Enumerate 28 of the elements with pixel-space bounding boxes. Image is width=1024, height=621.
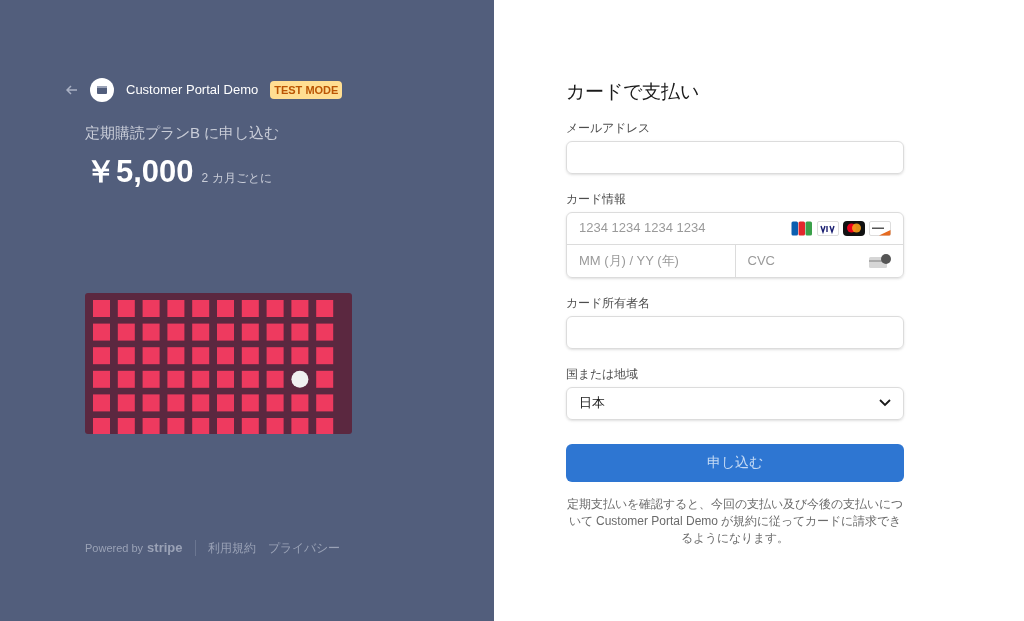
stripe-logo[interactable]: stripe (147, 538, 183, 558)
chevron-down-icon (879, 399, 891, 407)
back-arrow-icon[interactable] (66, 84, 78, 96)
test-mode-badge: TEST MODE (270, 80, 343, 100)
store-icon (90, 78, 114, 102)
email-field[interactable] (566, 140, 904, 174)
country-select[interactable]: 日本 (566, 386, 904, 420)
terms-text: 定期支払いを確認すると、今回の支払い及び今後の支払いについて Customer Portal Demo が規約に従ってカードに請求できるようになります。 (566, 495, 904, 547)
card-cvc-icon (869, 253, 891, 268)
powered-by-text: Powered by (85, 540, 144, 556)
footer-link[interactable]: 利用規約 (207, 538, 256, 557)
footer-link[interactable]: プライバシー (267, 538, 340, 557)
mastercard-logo (843, 220, 865, 236)
billing-interval: 2 カ月ごとに (201, 169, 272, 187)
cvc-field[interactable]: CVC (735, 244, 903, 277)
product-title: 定期購読プランB に申し込む (85, 123, 281, 143)
cardholder-name-field[interactable] (566, 315, 904, 349)
field-label: カード情報 (566, 190, 627, 208)
expiry-field[interactable]: MM (月) / YY (年) (567, 244, 736, 277)
price: ￥5,000 (85, 152, 194, 191)
jcb-logo (791, 220, 813, 236)
subscribe-button[interactable]: 申し込む (566, 443, 904, 482)
form-title: カードで支払い (566, 80, 700, 104)
field-label: メールアドレス (566, 119, 651, 137)
merchant-name: Customer Portal Demo (126, 81, 259, 100)
field-label: 国または地域 (566, 365, 639, 383)
field-label: カード所有者名 (566, 294, 651, 312)
card-number-field[interactable]: 1234 1234 1234 1234 (567, 212, 903, 245)
